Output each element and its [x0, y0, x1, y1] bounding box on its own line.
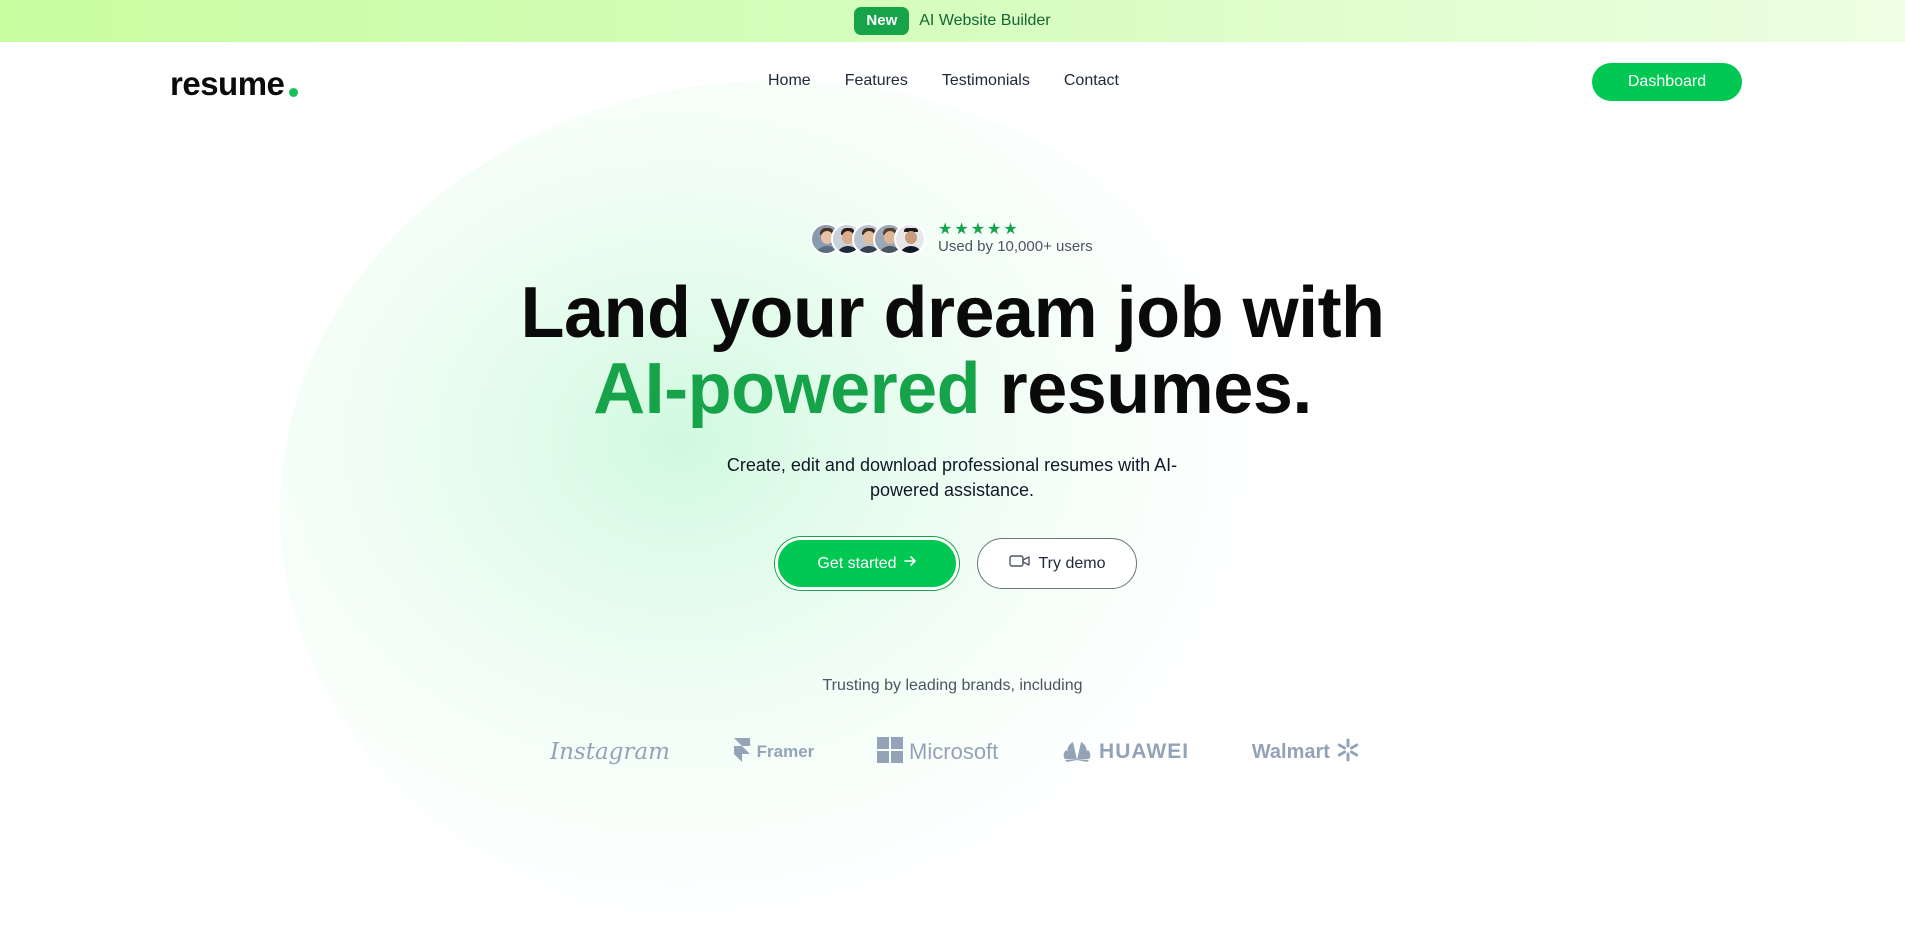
framer-icon [733, 737, 751, 768]
star-icon: ★ [1003, 221, 1018, 238]
logo-text: resume [170, 65, 285, 102]
new-badge: New [854, 7, 910, 35]
dashboard-button[interactable]: Dashboard [1592, 63, 1742, 101]
nav-links: Home Features Testimonials Contact [768, 72, 1119, 90]
avatar [894, 222, 926, 255]
social-proof: ★ ★ ★ ★ ★ Used by 10,000+ users [810, 222, 1093, 255]
star-icon: ★ [987, 221, 1002, 238]
brand-microsoft-logo: Microsoft [877, 736, 998, 768]
nav-link-testimonials[interactable]: Testimonials [942, 72, 1030, 90]
microsoft-icon [877, 736, 904, 768]
try-demo-label: Try demo [1038, 554, 1106, 572]
announcement-text[interactable]: AI Website Builder [919, 12, 1050, 30]
hero-title: Land your dream job with AI-powered resu… [0, 275, 1905, 427]
try-demo-button[interactable]: Try demo [977, 538, 1137, 589]
star-icon: ★ [938, 221, 953, 238]
avatar-group [810, 222, 926, 255]
hero-subtitle: Create, edit and download professional r… [726, 455, 1178, 500]
navbar: resume Home Features Testimonials Contac… [0, 42, 1905, 122]
hero-title-line1: Land your dream job with [520, 273, 1385, 353]
brand-huawei-logo: HUAWEI [1061, 738, 1189, 767]
cta-row: Get started Try demo [775, 537, 1137, 590]
logo-dot [289, 88, 299, 97]
nav-link-contact[interactable]: Contact [1064, 72, 1119, 90]
get-started-button[interactable]: Get started [775, 537, 959, 590]
brand-walmart-logo: Walmart [1252, 738, 1360, 767]
nav-link-features[interactable]: Features [845, 72, 908, 90]
brands-label: Trusting by leading brands, including [822, 677, 1083, 694]
spark-icon [1336, 738, 1360, 767]
brand-instagram-logo: Instagram [550, 739, 670, 765]
star-icon: ★ [954, 221, 969, 238]
users-count-label: Used by 10,000+ users [938, 238, 1093, 255]
brand-framer-logo: Framer [733, 737, 814, 768]
star-icon: ★ [970, 221, 986, 238]
brand-logos: Instagram Framer Microsoft HUAWEI Walmar… [550, 735, 1360, 769]
logo[interactable]: resume [170, 65, 299, 102]
announcement-bar[interactable]: New AI Website Builder [0, 0, 1905, 42]
background-glow [280, 80, 1280, 940]
hero-title-accent: AI-powered [593, 349, 981, 429]
arrow-right-icon [903, 554, 917, 573]
rating-stars: ★ ★ ★ ★ ★ [938, 221, 1093, 238]
video-camera-icon [1008, 554, 1031, 573]
nav-link-home[interactable]: Home [768, 72, 811, 90]
landing-page: New AI Website Builder resume Home Featu… [0, 0, 1905, 941]
get-started-label: Get started [817, 554, 897, 572]
hero-title-rest: resumes. [999, 349, 1313, 429]
proof-text: ★ ★ ★ ★ ★ Used by 10,000+ users [938, 221, 1093, 256]
huawei-icon [1061, 738, 1093, 767]
